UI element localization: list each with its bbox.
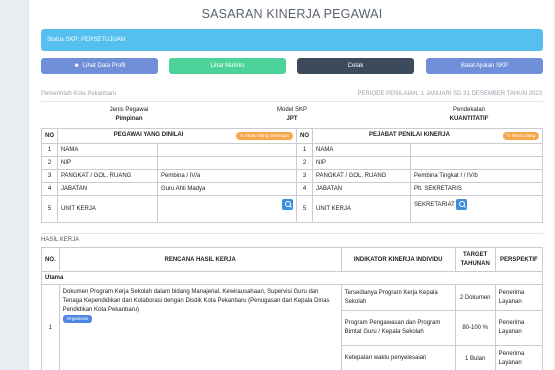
indicator-cell: Tersedianya Program Kerja Kepala Sekolah [340, 284, 456, 311]
no-header: NO [41, 128, 58, 144]
row-label: NIP [57, 156, 158, 170]
row-label: JABATAN [57, 182, 158, 196]
indicator-header: INDIKATOR KINERJA INDIVIDU [340, 247, 456, 272]
cancel-submit-button[interactable]: Batal Ajukan SKP [426, 58, 543, 74]
status-banner: Status SKP: PERSETUJUAN [41, 29, 543, 51]
appraised-employee-table: NO PEGAWAI YANG DINILAI ↻ Muat Ulang Golo… [41, 128, 297, 223]
row-label: UNIT KERJA [57, 195, 158, 223]
view-matrix-button[interactable]: Lihat Matriks [169, 58, 286, 74]
table-row: 3 PANGKAT / GOL. RUANG Pembina Tingkat I /… [296, 169, 543, 183]
appraised-header-label: PEGAWAI YANG DINILAI [113, 132, 184, 138]
row-label: PANGKAT / GOL. RUANG [57, 169, 158, 183]
perspective-cell: Penerima Layanan [494, 284, 544, 311]
row-value [410, 143, 543, 157]
group-label: Utama [41, 271, 543, 285]
row-value [157, 143, 297, 157]
employee-type-value: Pimpinan [115, 116, 143, 122]
row-label: NAMA [57, 143, 158, 157]
institution-label: Pemerintah Kota Pekanbaru [41, 91, 117, 97]
row-value [157, 156, 297, 170]
skp-model-label: Model SKP [276, 107, 307, 113]
indicator-cell: Ketepatan waktu penyelesaian [340, 345, 456, 370]
row-no: 2 [296, 156, 313, 170]
table-row: 3 PANGKAT / GOL. RUANG Pembina / IV/a [41, 169, 297, 183]
target-header: TARGET TAHUNAN [454, 247, 496, 272]
period-label: PERIODE PENILAIAN: 1 JANUARI SD 31 DESEM… [357, 91, 542, 97]
employee-type-label: Jenis Pegawai [109, 107, 149, 113]
skp-model: Model SKP JPT [252, 106, 332, 124]
row-value: Pembina Tingkat I / IV/b [410, 169, 543, 183]
perspective-cell: Penerima Layanan [494, 345, 544, 370]
appraiser-table: NO PEJABAT PENILAI KINERJA ↻ Muat Ulang 1… [296, 128, 543, 223]
results-section-label: HASIL KERJA [41, 237, 80, 243]
approach: Pendekatan KUANTITATIF [424, 106, 514, 124]
employee-type: Jenis Pegawai Pimpinan [89, 106, 169, 124]
row-no: 5 [296, 195, 313, 223]
plan-text: Dokumen Program Kerja Sekolah dalam bida… [62, 289, 330, 313]
reload-appraiser-button[interactable]: ↻ Muat Ulang [502, 132, 539, 140]
skp-card: SASARAN KINERJA PEGAWAI Status SKP: PERS… [28, 0, 555, 370]
page-title: SASARAN KINERJA PEGAWAI [201, 7, 383, 21]
target-cell: 1 Bulan [454, 345, 496, 370]
table-row: 1 NAMA [296, 143, 543, 157]
row-no: 4 [41, 182, 58, 196]
row-label: NAMA [312, 143, 411, 157]
search-unit-icon[interactable] [282, 199, 293, 210]
table-row: 4 JABATAN Guru Ahli Madya [41, 182, 297, 196]
row-value: Plt. SEKRETARIS [410, 182, 543, 196]
appraiser-header-label: PEJABAT PENILAI KINERJA [369, 132, 450, 138]
no-header: NO [296, 128, 313, 144]
appraiser-header: PEJABAT PENILAI KINERJA ↻ Muat Ulang [312, 128, 543, 144]
appraised-header: PEGAWAI YANG DINILAI ↻ Muat Ulang Golonga… [57, 128, 297, 144]
row-value: Guru Ahli Madya [157, 182, 297, 196]
table-row: 1 NAMA [41, 143, 297, 157]
approach-label: Pendekatan [452, 107, 486, 113]
reload-rank-button[interactable]: ↻ Muat Ulang Golongan [236, 132, 293, 140]
perspective-header: PERSPEKTIF [494, 247, 544, 272]
row-value [157, 195, 297, 223]
row-label: UNIT KERJA [312, 195, 411, 223]
divider [41, 101, 543, 102]
row-no: 2 [41, 156, 58, 170]
organization-tag: Organisasi [62, 315, 93, 323]
skp-model-value: JPT [286, 116, 298, 122]
divider [41, 233, 543, 234]
table-row: 4 JABATAN Plt. SEKRETARIS [296, 182, 543, 196]
search-unit-icon[interactable] [456, 199, 468, 210]
plan-header: RENCANA HASIL KERJA [58, 247, 342, 272]
row-no: 4 [296, 182, 313, 196]
row-label: JABATAN [312, 182, 411, 196]
row-value: SEKRETARIAT [410, 195, 543, 223]
table-row: 1 Dokumen Program Kerja Sekolah dalam bi… [41, 284, 544, 370]
results-no-header: NO. [41, 247, 60, 272]
row-label: PANGKAT / GOL. RUANG [312, 169, 411, 183]
row-no: 3 [41, 169, 58, 183]
approach-value: KUANTITATIF [449, 116, 489, 122]
results-table: NO. RENCANA HASIL KERJA INDIKATOR KINERJ… [41, 247, 544, 370]
target-cell: 2 Dokumen [454, 284, 496, 311]
print-button[interactable]: Cetak [297, 58, 414, 74]
row-label: NIP [312, 156, 411, 170]
row-value [410, 156, 543, 170]
view-profile-label: Lihat Data Profil [82, 63, 126, 69]
row-no: 1 [296, 143, 313, 157]
perspective-cell: Penerima Layanan [494, 310, 544, 346]
table-row: 5 UNIT KERJA SEKRETARIAT [296, 195, 543, 223]
table-row: 2 NIP [296, 156, 543, 170]
table-row: 5 UNIT KERJA [41, 195, 297, 223]
row-no: 5 [41, 195, 58, 223]
row-no: 3 [296, 169, 313, 183]
target-cell: 80-100 % [454, 310, 496, 346]
plan-cell: Dokumen Program Kerja Sekolah dalam bida… [58, 284, 342, 370]
row-no: 1 [41, 143, 58, 157]
row-value: Pembina / IV/a [157, 169, 297, 183]
table-row: 2 NIP [41, 156, 297, 170]
user-icon: ☻ [73, 63, 80, 69]
view-profile-button[interactable]: ☻ Lihat Data Profil [41, 58, 158, 74]
row-no: 1 [41, 284, 60, 370]
indicator-cell: Program Pengawasan dan Program Bimtat Gu… [340, 310, 456, 346]
unit-value: SEKRETARIAT [414, 202, 455, 209]
